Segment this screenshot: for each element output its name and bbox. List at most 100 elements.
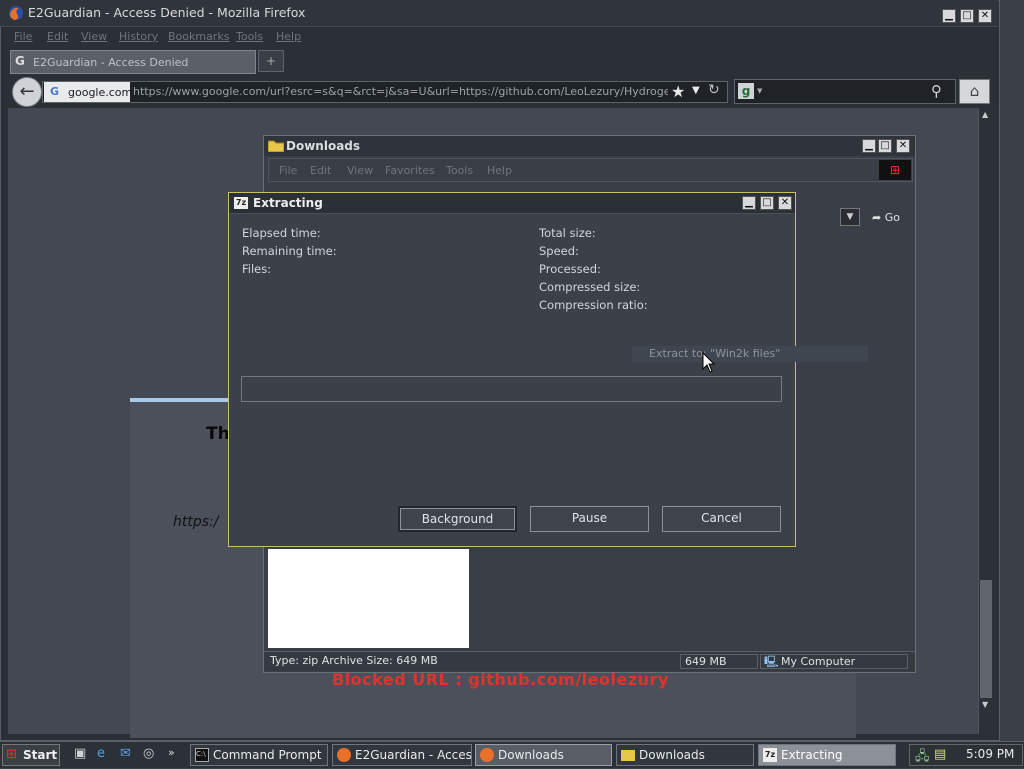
windows-media-icon[interactable]: ◎ xyxy=(143,746,159,762)
windows-logo-icon: ⊞ xyxy=(879,160,911,180)
extracting-maximize-button[interactable]: □ xyxy=(760,196,774,210)
url-text[interactable]: https://www.google.com/url?esrc=s&q=&rct… xyxy=(133,85,668,98)
taskbar-item-command-prompt[interactable]: C:\ Command Prompt xyxy=(190,744,328,766)
taskbar-label: Downloads xyxy=(498,748,564,762)
home-button[interactable]: ⌂ xyxy=(959,79,990,104)
taskbar-item-firefox[interactable]: E2Guardian - Access ... xyxy=(332,744,472,766)
show-desktop-icon[interactable]: ▣ xyxy=(74,746,90,762)
background-button[interactable]: Background xyxy=(398,506,517,532)
mouse-cursor-icon xyxy=(702,352,716,373)
bookmark-star-icon[interactable]: ★ xyxy=(671,82,685,101)
site-identity-button[interactable]: G google.com xyxy=(44,82,132,102)
menu-tools[interactable]: Tools xyxy=(236,30,263,43)
downloads-title-bar[interactable]: Downloads ▁ □ ✕ xyxy=(264,136,915,156)
speed-label: Speed: xyxy=(539,244,579,258)
compressed-size-label: Compressed size: xyxy=(539,280,641,294)
history-dropdown-icon[interactable]: ▼ xyxy=(692,85,700,96)
new-tab-button[interactable]: + xyxy=(258,50,284,72)
pause-button[interactable]: Pause xyxy=(530,506,649,532)
taskbar-label: Downloads xyxy=(639,748,705,762)
blocked-page-heading: Th xyxy=(206,424,230,444)
dl-menu-favorites[interactable]: Favorites xyxy=(385,164,435,177)
firefox-icon xyxy=(9,6,23,20)
scrollbar-thumb[interactable] xyxy=(980,580,992,698)
go-arrow-icon: ➦ xyxy=(872,211,882,224)
maximize-button[interactable]: □ xyxy=(960,9,974,23)
reload-icon[interactable]: ↻ xyxy=(708,82,720,98)
taskbar-item-extracting[interactable]: 7z Extracting xyxy=(758,744,896,766)
status-type-size: Type: zip Archive Size: 649 MB xyxy=(270,654,438,667)
blocked-page-url-fragment: https:/ xyxy=(173,514,219,530)
firefox-icon xyxy=(337,748,351,762)
downloads-minimize-button[interactable]: ▁ xyxy=(862,139,876,153)
taskbar-label: Extracting xyxy=(781,748,843,762)
menu-bookmarks[interactable]: Bookmarks xyxy=(168,30,229,43)
file-list-area[interactable] xyxy=(268,549,469,648)
extracting-close-button[interactable]: ✕ xyxy=(778,196,792,210)
cancel-button[interactable]: Cancel xyxy=(662,506,781,532)
minimize-button[interactable]: ▁ xyxy=(942,9,956,23)
total-size-label: Total size: xyxy=(539,226,596,240)
menu-view[interactable]: View xyxy=(81,30,107,43)
search-box[interactable]: g ▼ ⚲ xyxy=(734,79,956,104)
menu-edit[interactable]: Edit xyxy=(47,30,68,43)
menu-history[interactable]: History xyxy=(119,30,158,43)
go-label: Go xyxy=(884,211,900,224)
extraction-progress-bar xyxy=(241,376,782,402)
firefox-title-bar[interactable]: E2Guardian - Access Denied - Mozilla Fir… xyxy=(0,0,998,27)
scroll-up-icon[interactable]: ▲ xyxy=(982,110,988,119)
scroll-down-icon[interactable]: ▼ xyxy=(982,700,988,709)
tab-e2guardian[interactable]: G E2Guardian - Access Denied xyxy=(10,50,256,74)
downloads-close-button[interactable]: ✕ xyxy=(896,139,910,153)
firefox-window-title: E2Guardian - Access Denied - Mozilla Fir… xyxy=(28,5,306,20)
downloads-maximize-button[interactable]: □ xyxy=(878,139,892,153)
go-button[interactable]: ➦ Go xyxy=(866,208,910,228)
outlook-icon[interactable]: ✉ xyxy=(120,746,136,762)
dl-menu-file[interactable]: File xyxy=(279,164,297,177)
clock[interactable]: 5:09 PM xyxy=(966,747,1014,761)
processed-label: Processed: xyxy=(539,262,601,276)
sevenzip-tray-icon[interactable]: ▤ xyxy=(934,747,946,762)
menu-file[interactable]: File xyxy=(14,30,32,43)
google-search-engine-icon[interactable]: g xyxy=(738,83,754,99)
dl-menu-tools[interactable]: Tools xyxy=(446,164,473,177)
dl-menu-edit[interactable]: Edit xyxy=(310,164,331,177)
files-label: Files: xyxy=(242,262,272,276)
close-button[interactable]: ✕ xyxy=(978,9,992,23)
status-location: 🖳 My Computer xyxy=(760,654,908,669)
downloads-menu-bar: File Edit View Favorites Tools Help ⊞ xyxy=(268,158,913,182)
folder-icon xyxy=(621,750,635,761)
google-icon: G xyxy=(50,85,60,98)
downloads-status-bar: Type: zip Archive Size: 649 MB 649 MB 🖳 … xyxy=(264,651,915,671)
internet-explorer-icon[interactable]: e xyxy=(97,746,113,762)
status-location-label: My Computer xyxy=(781,655,856,668)
start-button[interactable]: ⊞ Start xyxy=(2,744,60,766)
command-prompt-icon: C:\ xyxy=(195,748,209,762)
extracting-title-bar[interactable]: 7z Extracting ▁ □ ✕ xyxy=(229,193,795,214)
dl-menu-view[interactable]: View xyxy=(347,164,373,177)
search-icon[interactable]: ⚲ xyxy=(931,82,942,100)
network-icon[interactable]: 🖧 xyxy=(915,747,930,769)
sevenzip-icon: 7z xyxy=(763,748,777,762)
downloads-title: Downloads xyxy=(286,139,361,153)
taskbar-item-downloads-firefox[interactable]: Downloads xyxy=(475,744,612,766)
folder-icon xyxy=(268,140,284,152)
quicklaunch-overflow-icon[interactable]: » xyxy=(168,746,184,762)
taskbar-label: Command Prompt xyxy=(213,748,322,762)
remaining-time-label: Remaining time: xyxy=(242,244,337,258)
taskbar-item-downloads-folder[interactable]: Downloads xyxy=(616,744,754,766)
address-dropdown-button[interactable]: ▼ xyxy=(840,208,860,226)
compression-ratio-label: Compression ratio: xyxy=(539,298,648,312)
taskbar-label: E2Guardian - Access ... xyxy=(355,748,472,762)
elapsed-time-label: Elapsed time: xyxy=(242,226,321,240)
dl-menu-help[interactable]: Help xyxy=(487,164,512,177)
menu-help[interactable]: Help xyxy=(276,30,301,43)
extracting-minimize-button[interactable]: ▁ xyxy=(742,196,756,210)
firefox-icon xyxy=(480,748,494,762)
back-button[interactable]: ← xyxy=(12,77,42,107)
sevenzip-icon: 7z xyxy=(234,197,248,209)
extract-to-tooltip: Extract to: "Win2k files" xyxy=(632,346,868,362)
engine-dropdown-icon[interactable]: ▼ xyxy=(757,87,762,95)
start-flag-icon: ⊞ xyxy=(6,747,17,762)
my-computer-icon: 🖳 xyxy=(764,655,779,668)
